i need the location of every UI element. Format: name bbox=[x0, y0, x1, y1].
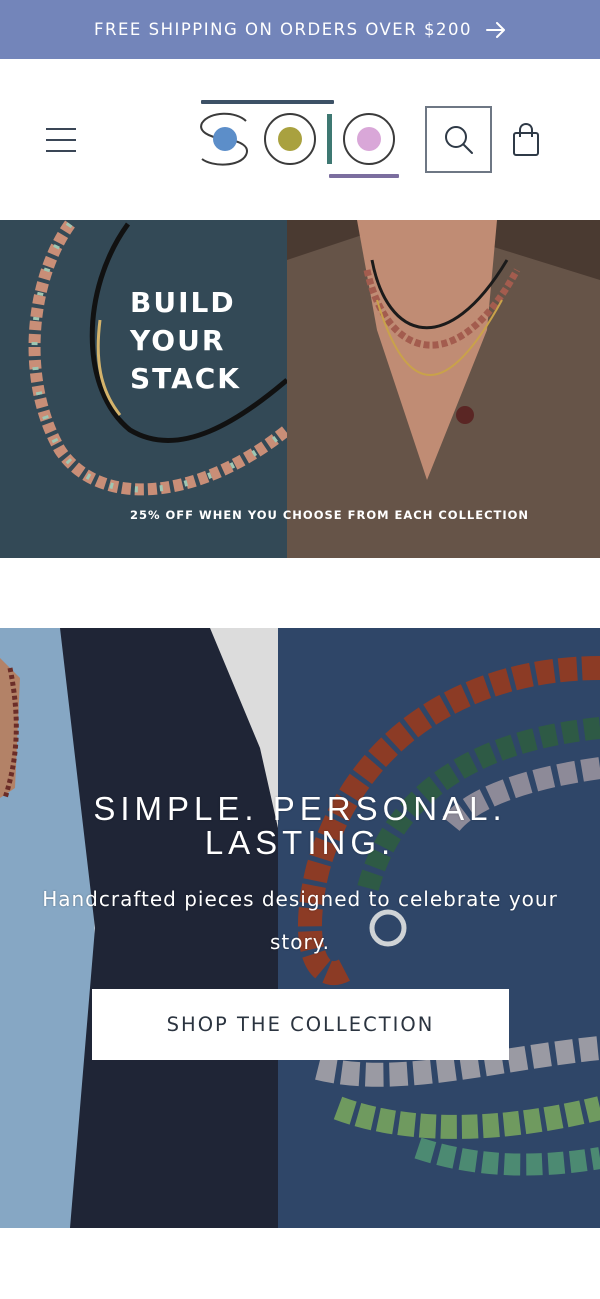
promo-subtitle: 25% OFF WHEN YOU CHOOSE FROM EACH COLLEC… bbox=[130, 508, 530, 522]
cart-button[interactable] bbox=[506, 119, 546, 161]
arrow-right-icon bbox=[485, 21, 505, 38]
shop-collection-button[interactable]: SHOP THE COLLECTION bbox=[92, 989, 509, 1060]
promo-title-line-3: STACK bbox=[130, 362, 242, 395]
shopping-bag-icon bbox=[513, 123, 539, 156]
search-button[interactable] bbox=[425, 106, 492, 173]
promo-banner[interactable]: BUILD YOUR STACK 25% OFF WHEN YOU CHOOSE… bbox=[0, 220, 600, 558]
promo-title-line-1: BUILD bbox=[130, 286, 236, 319]
hamburger-menu-icon bbox=[46, 128, 76, 152]
solo-logo[interactable] bbox=[196, 97, 402, 183]
hero-section: SIMPLE. PERSONAL. LASTING. Handcrafted p… bbox=[0, 628, 600, 1228]
hero-headline: SIMPLE. PERSONAL. LASTING. bbox=[93, 790, 507, 861]
promo-title: BUILD YOUR STACK bbox=[130, 284, 280, 398]
announcement-bar[interactable]: FREE SHIPPING ON ORDERS OVER $200 bbox=[0, 0, 600, 59]
promo-title-line-2: YOUR bbox=[130, 324, 226, 357]
search-icon bbox=[444, 125, 473, 154]
menu-button[interactable] bbox=[40, 121, 82, 159]
site-header bbox=[0, 59, 600, 220]
hero-description: Handcrafted pieces designed to celebrate… bbox=[42, 887, 558, 954]
announcement-text[interactable]: FREE SHIPPING ON ORDERS OVER $200 bbox=[94, 20, 472, 39]
